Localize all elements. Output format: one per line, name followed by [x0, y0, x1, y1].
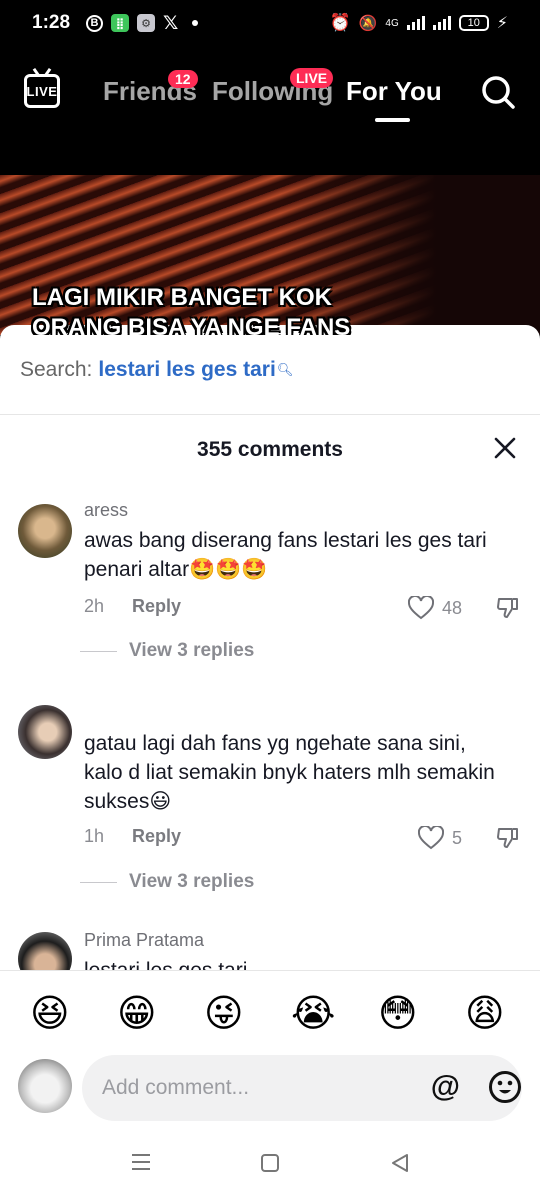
green-app-icon: ⣿: [111, 14, 130, 32]
status-right: ⏰ 🔕 4G 10 ⚡: [330, 13, 508, 33]
friends-badge: 12: [168, 70, 198, 88]
mention-icon[interactable]: @: [431, 1070, 460, 1104]
more-notifications-icon: [192, 20, 199, 26]
b-app-icon: B: [86, 14, 104, 32]
close-icon[interactable]: [492, 435, 518, 461]
tab-for-you[interactable]: For You: [346, 76, 442, 107]
comment-author[interactable]: Prima Pratama: [84, 930, 204, 951]
small-search-icon: 🔍︎: [276, 361, 294, 377]
mute-icon: 🔕: [358, 15, 378, 32]
like-button[interactable]: 48: [407, 596, 462, 620]
avatar[interactable]: [18, 504, 72, 558]
search-icon[interactable]: [481, 75, 515, 109]
alarm-icon: ⏰: [329, 13, 351, 32]
comment-item: Prima Pratama lestari les ges tari: [0, 930, 540, 970]
comment-meta: 2h Reply: [84, 596, 181, 617]
avatar[interactable]: [18, 932, 72, 970]
like-count: 5: [451, 827, 462, 848]
notification-icons: B ⣿ ⚙ 𝕏: [86, 12, 199, 34]
emoji-laughing[interactable]: 😆: [30, 991, 70, 1036]
video-player[interactable]: LAGI MIKIR BANGET KOK ORANG BISA YA NGE …: [0, 175, 540, 335]
reply-button[interactable]: Reply: [132, 596, 181, 617]
comment-text: lestari les ges tari: [84, 956, 504, 970]
signal-2-icon: [432, 16, 451, 30]
comments-count: 355 comments: [197, 438, 343, 461]
comments-header: 355 comments: [0, 415, 540, 485]
charging-icon: ⚡: [496, 15, 508, 32]
heart-icon: [407, 596, 434, 620]
view-replies-button[interactable]: View 3 replies: [80, 640, 254, 662]
live-label: LIVE: [26, 83, 58, 99]
battery-icon: 10: [458, 15, 489, 31]
comment-item: gatau lagi dah fans yg ngehate sana sini…: [0, 703, 540, 913]
emoji-picker-icon[interactable]: [488, 1070, 522, 1104]
emoji-crying[interactable]: 😭: [291, 991, 335, 1036]
comment-composer: Add comment... @: [0, 1055, 540, 1125]
comment-time: 2h: [84, 596, 105, 616]
emoji-weary[interactable]: 😩: [465, 991, 505, 1036]
heart-icon: [417, 826, 444, 850]
system-nav-bar: [0, 1125, 540, 1200]
live-tv-icon[interactable]: LIVE: [24, 74, 60, 108]
following-live-badge: LIVE: [290, 68, 334, 88]
video-caption-line-1: LAGI MIKIR BANGET KOK: [32, 284, 332, 311]
emoji-winking-tongue[interactable]: 😜: [204, 991, 244, 1036]
like-button[interactable]: 5: [417, 826, 462, 850]
comment-author[interactable]: aress: [84, 500, 128, 521]
home-icon[interactable]: [260, 1153, 280, 1173]
comment-item: aress awas bang diserang fans lestari le…: [0, 500, 540, 700]
comment-time: 1h: [84, 826, 105, 846]
related-search[interactable]: Search: lestari les ges tari 🔍︎: [0, 325, 540, 415]
top-nav: LIVE Friends 12 Following LIVE For You: [0, 60, 540, 130]
recent-apps-icon[interactable]: [130, 1153, 152, 1171]
network-label: 4G: [385, 17, 399, 29]
add-comment-placeholder: Add comment...: [102, 1076, 250, 1099]
dislike-icon[interactable]: [496, 596, 520, 620]
view-replies-button[interactable]: View 3 replies: [80, 871, 254, 893]
quick-emoji-bar: 😆 😁 😜 😭 😳 😩: [0, 970, 540, 1055]
x-app-icon: 𝕏: [163, 12, 179, 34]
emoji-flushed[interactable]: 😳: [378, 991, 418, 1036]
reply-button[interactable]: Reply: [132, 826, 181, 847]
settings-app-icon: ⚙: [137, 14, 156, 32]
my-avatar[interactable]: [18, 1059, 72, 1113]
battery-level: 10: [467, 17, 480, 29]
search-term[interactable]: lestari les ges tari: [98, 358, 275, 382]
back-icon[interactable]: [390, 1153, 410, 1173]
like-count: 48: [441, 597, 462, 618]
comments-sheet: Search: lestari les ges tari 🔍︎ 355 comm…: [0, 325, 540, 1200]
active-tab-indicator: [375, 118, 410, 122]
comment-meta: 1h Reply: [84, 826, 181, 847]
emoji-grinning[interactable]: 😁: [117, 991, 157, 1036]
status-time: 1:28: [32, 12, 71, 33]
status-bar: 1:28 B ⣿ ⚙ 𝕏 ⏰ 🔕 4G 10 ⚡: [0, 0, 540, 46]
dislike-icon[interactable]: [496, 826, 520, 850]
signal-icon: [406, 16, 425, 30]
search-prefix: Search:: [20, 357, 93, 381]
video-caption-line-2: ORANG BISA YA NGE FANS: [32, 314, 351, 335]
comment-text: awas bang diserang fans lestari les ges …: [84, 529, 487, 581]
video-caption: LAGI MIKIR BANGET KOK ORANG BISA YA NGE …: [32, 283, 350, 335]
avatar[interactable]: [18, 705, 72, 759]
comment-text: gatau lagi dah fans yg ngehate sana sini…: [84, 732, 495, 813]
